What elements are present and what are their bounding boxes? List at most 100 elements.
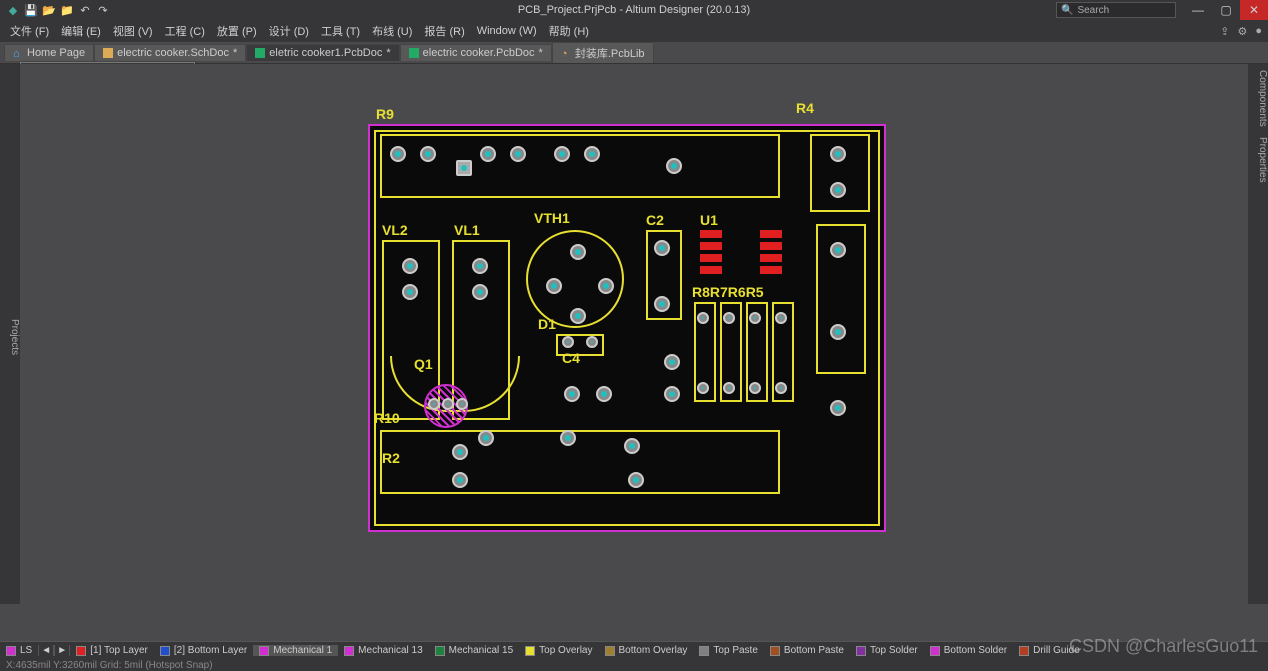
menu-report[interactable]: 报告 (R) — [418, 21, 470, 41]
layer-bottom[interactable]: [2] Bottom Layer — [154, 645, 253, 656]
pad — [624, 438, 640, 454]
pad — [749, 312, 761, 324]
smd-pad — [700, 266, 722, 274]
layer-mech15[interactable]: Mechanical 15 — [429, 645, 519, 656]
tab-pcblib[interactable]: ◔封装库.PcbLib — [552, 42, 654, 63]
document-tabs: ⌂Home Page electric cooker.SchDoc* eletr… — [0, 42, 1268, 64]
menu-place[interactable]: 放置 (P) — [211, 21, 263, 41]
quick-access-toolbar: ◆ 💾 📂 📁 ↶ ↷ — [0, 3, 116, 17]
smd-pad — [760, 242, 782, 250]
panel-projects[interactable]: Projects — [0, 64, 20, 604]
menu-route[interactable]: 布线 (U) — [366, 21, 418, 41]
close-button[interactable]: ✕ — [1240, 0, 1268, 20]
open-icon[interactable]: 📂 — [42, 3, 56, 17]
layer-toppaste[interactable]: Top Paste — [693, 645, 763, 656]
side-panels-right: Components Properties — [1248, 64, 1268, 604]
menu-design[interactable]: 设计 (D) — [263, 21, 315, 41]
redo-icon[interactable]: ↷ — [96, 3, 110, 17]
title-bar: ◆ 💾 📂 📁 ↶ ↷ PCB_Project.PrjPcb - Altium … — [0, 0, 1268, 20]
layer-next[interactable]: ► — [54, 645, 70, 656]
pad — [598, 278, 614, 294]
silk-block-bottom — [380, 430, 780, 494]
menu-file[interactable]: 文件 (F) — [4, 21, 55, 41]
pcb-icon — [255, 48, 265, 58]
layer-top[interactable]: [1] Top Layer — [70, 645, 154, 656]
pad — [654, 240, 670, 256]
pad — [664, 354, 680, 370]
pad — [697, 312, 709, 324]
pad — [560, 430, 576, 446]
pad — [775, 382, 787, 394]
des-r8765: R8R7R6R5 — [692, 284, 764, 300]
panel-components[interactable]: Components — [1248, 70, 1268, 127]
menu-window[interactable]: Window (W) — [471, 23, 543, 39]
lib-icon: ◔ — [561, 48, 571, 58]
pad — [390, 146, 406, 162]
notify-icon[interactable]: ● — [1255, 25, 1262, 38]
share-icon[interactable]: ⇪ — [1220, 25, 1229, 38]
gear-icon[interactable]: ⚙ — [1237, 25, 1247, 38]
status-text: X:4635mil Y:3260mil Grid: 5mil (Hotspot … — [6, 660, 213, 671]
pad-rect — [456, 160, 472, 176]
app-icon: ◆ — [6, 3, 20, 17]
menu-edit[interactable]: 编辑 (E) — [55, 21, 107, 41]
minimize-button[interactable]: — — [1184, 0, 1212, 20]
layer-topoverlay[interactable]: Top Overlay — [519, 645, 598, 656]
folder-icon[interactable]: 📁 — [60, 3, 74, 17]
pad — [586, 336, 598, 348]
layer-topsolder[interactable]: Top Solder — [850, 645, 924, 656]
pad — [596, 386, 612, 402]
smd-pad — [760, 266, 782, 274]
pad — [723, 382, 735, 394]
des-u1: U1 — [700, 212, 718, 228]
search-icon: 🔍 — [1061, 5, 1073, 16]
tab-pcbdoc2[interactable]: electric cooker.PcbDoc* — [400, 44, 552, 61]
pad — [452, 472, 468, 488]
undo-icon[interactable]: ↶ — [78, 3, 92, 17]
layer-ls[interactable]: LS — [0, 645, 38, 656]
layer-mech1[interactable]: Mechanical 1 — [253, 645, 338, 656]
pad — [570, 308, 586, 324]
smd-pad — [700, 254, 722, 262]
pad — [666, 158, 682, 174]
tab-schdoc[interactable]: electric cooker.SchDoc* — [94, 44, 246, 61]
watermark: CSDN @CharlesGuo11 — [1069, 636, 1258, 657]
des-d1: D1 — [538, 316, 556, 332]
des-r10: R10 — [374, 410, 400, 426]
menu-help[interactable]: 帮助 (H) — [543, 21, 595, 41]
home-icon: ⌂ — [13, 48, 23, 58]
pad — [546, 278, 562, 294]
pad — [428, 398, 440, 410]
layer-mech13[interactable]: Mechanical 13 — [338, 645, 428, 656]
menu-tools[interactable]: 工具 (T) — [315, 21, 366, 41]
search-input[interactable]: 🔍 Search — [1056, 2, 1176, 18]
pad — [420, 146, 436, 162]
pad — [664, 386, 680, 402]
layer-botpaste[interactable]: Bottom Paste — [764, 645, 850, 656]
des-c2: C2 — [646, 212, 664, 228]
tab-pcbdoc1[interactable]: eletric cooker1.PcbDoc* — [246, 44, 399, 61]
des-r2: R2 — [382, 450, 400, 466]
des-r4: R4 — [796, 100, 814, 116]
pad — [456, 398, 468, 410]
tab-home[interactable]: ⌂Home Page — [4, 44, 94, 61]
menu-project[interactable]: 工程 (C) — [159, 21, 211, 41]
pad — [564, 386, 580, 402]
menu-view[interactable]: 视图 (V) — [107, 21, 159, 41]
status-bar: X:4635mil Y:3260mil Grid: 5mil (Hotspot … — [0, 659, 1268, 671]
des-vth1: VTH1 — [534, 210, 570, 226]
layer-botoverlay[interactable]: Bottom Overlay — [599, 645, 694, 656]
menu-bar: 文件 (F) 编辑 (E) 视图 (V) 工程 (C) 放置 (P) 设计 (D… — [0, 20, 1268, 42]
pcb-canvas[interactable]: R9 R4 VL2 VL1 VTH1 C2 U1 — [20, 64, 1248, 641]
layer-prev[interactable]: ◄ — [38, 645, 54, 656]
pad — [654, 296, 670, 312]
pad — [510, 146, 526, 162]
layer-botsolder[interactable]: Bottom Solder — [924, 645, 1013, 656]
window-title: PCB_Project.PrjPcb - Altium Designer (20… — [518, 4, 750, 16]
pcb-icon — [409, 48, 419, 58]
panel-properties[interactable]: Properties — [1248, 137, 1268, 183]
pad — [402, 284, 418, 300]
maximize-button[interactable]: ▢ — [1212, 0, 1240, 20]
save-icon[interactable]: 💾 — [24, 3, 38, 17]
pad — [723, 312, 735, 324]
